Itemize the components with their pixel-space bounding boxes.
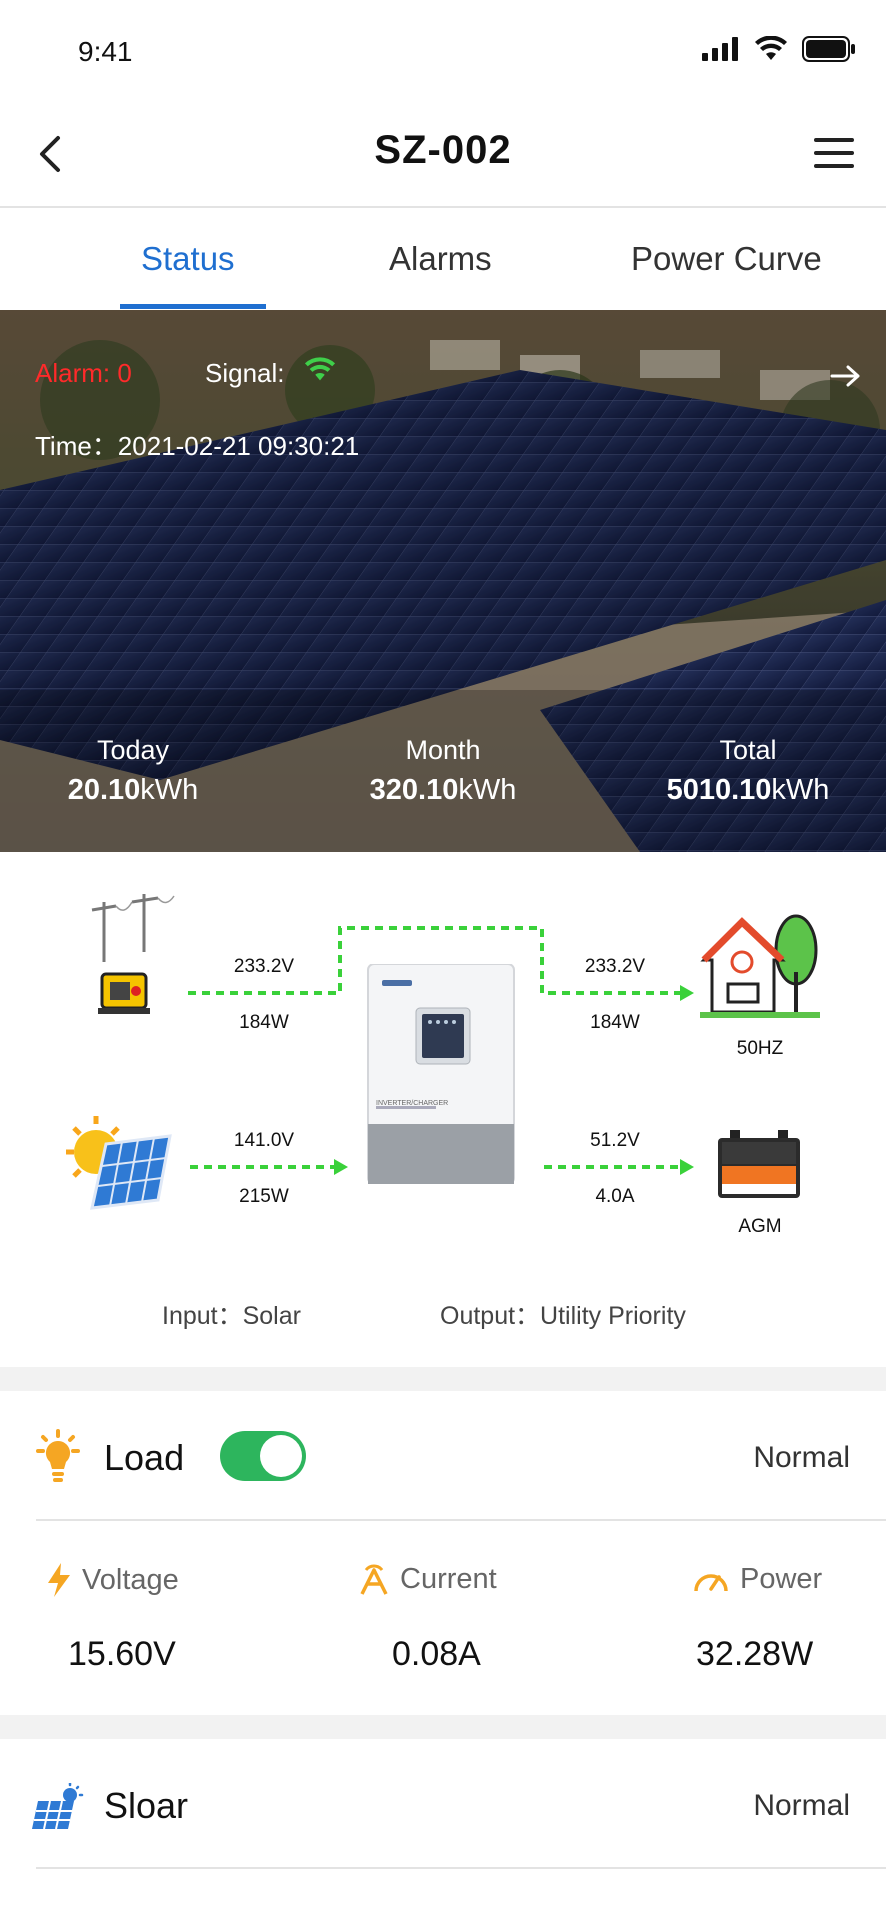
energy-flow-diagram: INVERTER/CHARGER 233.2V 184W 233.2V 184W… [0,852,886,1367]
grid-voltage: 233.2V [233,956,295,977]
current-value: 0.08A [392,1635,481,1673]
solar-hero: Alarm: 0 Signal: Time：2021-02-21 09:30:2… [0,310,886,852]
tab-power-curve[interactable]: Power Curve [631,240,822,278]
power-metric-label: Power [692,1563,822,1596]
voltage-value: 15.60V [68,1635,176,1673]
tab-status[interactable]: Status [141,240,235,278]
power-value: 32.28W [696,1635,814,1673]
solar-title: Sloar [104,1785,189,1826]
cellular-signal-icon [702,37,738,61]
house-power: 184W [590,1012,640,1033]
stat-month-value: 320.10kWh [369,774,517,806]
stat-month: Month 320.10kWh [343,735,543,807]
active-tab-indicator [120,304,266,309]
solar-power: 215W [239,1186,289,1207]
stat-today: Today 20.10kWh [40,735,226,807]
output-mode: Output：Utility Priority [440,1302,686,1330]
status-icons [702,36,856,62]
card-divider [36,1519,886,1521]
current-icon [360,1564,388,1595]
timestamp: Time：2021-02-21 09:30:21 [35,431,360,461]
inverter-label: INVERTER/CHARGER [376,1100,449,1107]
section-gap [0,1367,886,1391]
section-gap [0,1715,886,1739]
signal-label: Signal: [205,358,285,388]
frequency-label: 50HZ [736,1038,784,1059]
load-status: Normal [753,1441,850,1474]
load-title: Load [104,1437,185,1478]
grid-generator-icon [91,894,175,1014]
wifi-icon [755,36,787,60]
menu-button[interactable] [814,136,856,170]
page-title: SZ-002 [374,128,512,172]
gauge-icon [694,1573,728,1591]
toggle-knob [260,1435,302,1477]
voltage-metric-label: Voltage [46,1563,179,1597]
house-voltage: 233.2V [584,956,646,977]
bolt-icon [48,1563,70,1597]
stat-today-label: Today [96,735,170,765]
input-mode: Input：Solar [162,1302,301,1330]
arrow-right-icon[interactable] [830,364,862,388]
load-card: Load Normal Voltage Current Power 15.60V… [0,1391,886,1715]
battery-agm-icon [718,1130,800,1198]
solar-panel-icon [66,1116,172,1210]
nav-bar: SZ-002 [0,100,886,208]
load-toggle[interactable] [220,1431,306,1481]
stat-total: Total 5010.10kWh [640,735,856,807]
battery-voltage: 51.2V [590,1130,640,1151]
inverter-device-image [367,964,515,1184]
battery-current: 4.0A [595,1186,635,1207]
solar-card: Sloar Normal [0,1739,886,1920]
alarm-count: Alarm: 0 [35,358,132,388]
stat-total-value: 5010.10kWh [666,774,830,806]
battery-type-label: AGM [738,1216,782,1237]
status-time: 9:41 [78,36,133,67]
solar-status: Normal [753,1789,850,1822]
stat-today-value: 20.10kWh [67,774,199,806]
current-metric-label: Current [358,1563,497,1596]
stat-total-label: Total [719,735,777,765]
lightbulb-icon [36,1429,80,1482]
grid-power: 184W [239,1012,289,1033]
status-bar: 9:41 [0,0,886,100]
tab-alarms[interactable]: Alarms [389,240,492,278]
solar-voltage: 141.0V [233,1130,295,1151]
tab-bar: Status Alarms Power Curve [0,210,886,310]
solar-icon [32,1783,84,1830]
card-divider [36,1867,886,1869]
house-load-icon [700,914,820,1018]
battery-icon [802,36,855,62]
stat-month-label: Month [405,735,481,765]
signal-wifi-icon [304,357,336,381]
